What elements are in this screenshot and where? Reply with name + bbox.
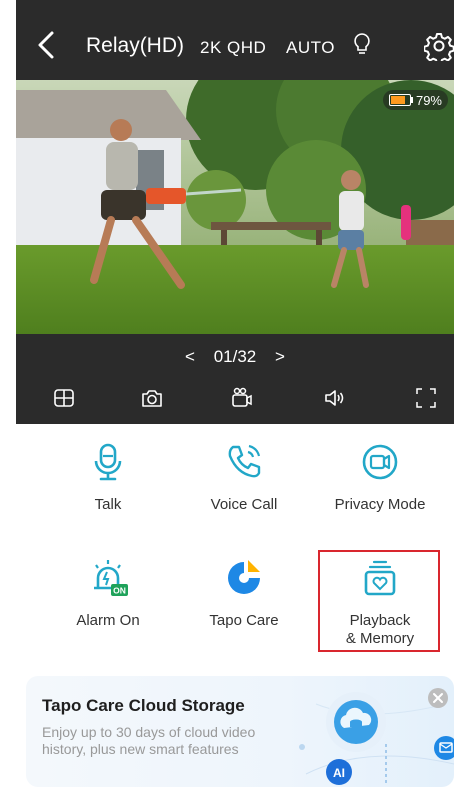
tapo-care-button[interactable]: Tapo Care bbox=[174, 558, 314, 630]
camera-icon[interactable] bbox=[140, 386, 164, 410]
talk-label: Talk bbox=[94, 496, 122, 513]
top-bar: Relay(HD) 2K QHD AUTO bbox=[16, 0, 454, 80]
lightbulb-icon[interactable] bbox=[352, 32, 372, 58]
tapo-care-promo-banner[interactable]: Tapo Care Cloud Storage Enjoy up to 30 d… bbox=[26, 676, 454, 787]
alarm-on-badge: ON bbox=[113, 586, 126, 596]
talk-button[interactable]: Talk bbox=[38, 442, 178, 514]
prev-camera-button[interactable]: < bbox=[171, 347, 209, 367]
fullscreen-icon[interactable] bbox=[414, 386, 438, 410]
battery-icon bbox=[388, 94, 411, 106]
battery-level-fill bbox=[390, 96, 405, 104]
battery-percent: 79% bbox=[415, 92, 442, 108]
night-mode-selector[interactable]: AUTO bbox=[286, 38, 335, 58]
close-icon[interactable] bbox=[428, 688, 448, 708]
alarm-button[interactable]: ON Alarm On bbox=[38, 558, 178, 630]
playback-memory-highlight bbox=[318, 550, 440, 652]
camera-pager: < 01/32 > bbox=[16, 346, 454, 367]
video-frame-image bbox=[16, 80, 454, 334]
privacy-mode-label: Privacy Mode bbox=[334, 496, 426, 513]
voice-call-button[interactable]: Voice Call bbox=[174, 442, 314, 514]
privacy-camera-icon bbox=[362, 444, 398, 480]
camera-live-screen: Relay(HD) 2K QHD AUTO 79% < 01/32 > Talk… bbox=[16, 0, 454, 787]
video-record-icon[interactable] bbox=[230, 386, 254, 410]
tapo-care-label: Tapo Care bbox=[209, 612, 279, 629]
banner-description: Enjoy up to 30 days of cloud video histo… bbox=[42, 724, 256, 757]
quality-selector[interactable]: 2K QHD bbox=[200, 38, 266, 58]
gear-icon[interactable] bbox=[424, 31, 454, 61]
phone-call-icon bbox=[228, 444, 261, 478]
camera-title: Relay(HD) bbox=[86, 34, 185, 57]
live-video-feed[interactable]: 79% bbox=[16, 80, 454, 334]
grid-view-icon[interactable] bbox=[52, 386, 76, 410]
privacy-mode-button[interactable]: Privacy Mode bbox=[310, 442, 450, 514]
voice-call-label: Voice Call bbox=[210, 496, 278, 513]
microphone-icon bbox=[94, 443, 122, 481]
tapo-care-icon bbox=[228, 560, 260, 594]
speaker-icon[interactable] bbox=[322, 386, 346, 410]
ai-badge: AI bbox=[333, 766, 345, 780]
playback-controls: < 01/32 > bbox=[16, 334, 454, 424]
alarm-icon: ON bbox=[94, 560, 128, 596]
alarm-label: Alarm On bbox=[76, 612, 140, 629]
battery-indicator: 79% bbox=[382, 90, 448, 110]
banner-title: Tapo Care Cloud Storage bbox=[42, 696, 245, 715]
camera-index: 01/32 bbox=[213, 346, 257, 366]
next-camera-button[interactable]: > bbox=[261, 347, 299, 367]
chevron-left-icon[interactable] bbox=[34, 30, 58, 60]
